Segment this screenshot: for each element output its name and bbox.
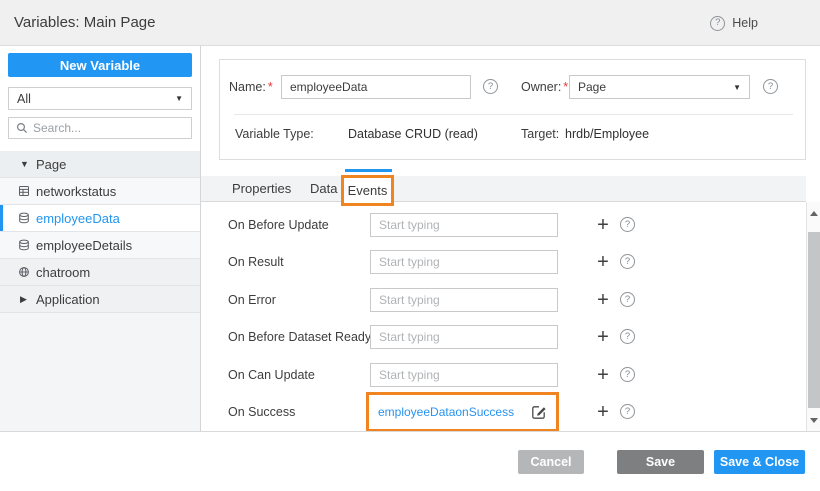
cancel-button[interactable]: Cancel bbox=[518, 450, 584, 474]
divider bbox=[234, 114, 793, 115]
database-icon bbox=[18, 212, 30, 224]
on-before-dataset-ready-input[interactable] bbox=[370, 325, 558, 349]
tab-data[interactable]: Data bbox=[310, 176, 337, 202]
required-marker: * bbox=[563, 80, 568, 94]
tree-item-label: employeeData bbox=[36, 211, 120, 226]
name-label: Name:* bbox=[229, 75, 273, 99]
help-label: Help bbox=[732, 16, 758, 30]
tree-item-chatroom[interactable]: chatroom bbox=[0, 259, 200, 286]
dialog-header: Variables: Main Page ? Help bbox=[0, 0, 820, 46]
event-help-icon[interactable]: ? bbox=[620, 329, 635, 344]
add-icon[interactable]: + bbox=[594, 288, 612, 312]
help-button[interactable]: ? Help bbox=[710, 15, 758, 31]
event-label: On Error bbox=[228, 288, 378, 312]
owner-label: Owner:* bbox=[521, 75, 568, 99]
caret-down-icon: ▼ bbox=[20, 159, 29, 169]
on-can-update-input[interactable] bbox=[370, 363, 558, 387]
target-value: hrdb/Employee bbox=[565, 122, 649, 146]
add-icon[interactable]: + bbox=[594, 325, 612, 349]
variable-type-label: Variable Type: bbox=[235, 122, 314, 146]
owner-selected-value: Page bbox=[578, 80, 733, 94]
name-field[interactable] bbox=[281, 75, 471, 99]
variable-search bbox=[8, 117, 192, 139]
event-help-icon[interactable]: ? bbox=[620, 292, 635, 307]
help-icon: ? bbox=[710, 16, 725, 31]
active-tab-indicator bbox=[345, 169, 392, 172]
tree-item-networkstatus[interactable]: networkstatus bbox=[0, 178, 200, 205]
variables-sidebar: New Variable All ▼ ▼ Page networkstatus bbox=[0, 46, 201, 431]
event-help-icon[interactable]: ? bbox=[620, 254, 635, 269]
variable-summary-box: Name:* ? Owner:* Page ▼ ? Variable Type:… bbox=[219, 59, 806, 160]
event-label: On Before Update bbox=[228, 213, 378, 237]
add-icon[interactable]: + bbox=[594, 213, 612, 237]
vertical-scrollbar bbox=[806, 202, 820, 431]
chevron-down-icon: ▼ bbox=[733, 83, 741, 92]
variable-filter-select[interactable]: All ▼ bbox=[8, 87, 192, 110]
on-success-handler-link[interactable]: employeeDataonSuccess bbox=[378, 405, 530, 419]
page-title: Variables: Main Page bbox=[14, 0, 155, 46]
globe-icon bbox=[18, 266, 30, 278]
add-icon[interactable]: + bbox=[594, 363, 612, 387]
on-success-field-highlight: employeeDataonSuccess bbox=[366, 392, 559, 432]
database-icon bbox=[18, 239, 30, 251]
variable-tree: ▼ Page networkstatus employeeData bbox=[0, 151, 200, 431]
tab-events[interactable]: Events bbox=[341, 175, 394, 206]
add-icon[interactable]: + bbox=[594, 400, 612, 424]
scrollbar-thumb[interactable] bbox=[808, 232, 820, 408]
save-button[interactable]: Save bbox=[617, 450, 704, 474]
event-label: On Can Update bbox=[228, 363, 378, 387]
on-result-input[interactable] bbox=[370, 250, 558, 274]
owner-select[interactable]: Page ▼ bbox=[569, 75, 750, 99]
event-label: On Before Dataset Ready bbox=[228, 325, 378, 349]
dialog-footer: Cancel Save Save & Close bbox=[0, 431, 820, 491]
event-help-icon[interactable]: ? bbox=[620, 404, 635, 419]
event-help-icon[interactable]: ? bbox=[620, 367, 635, 382]
add-icon[interactable]: + bbox=[594, 250, 612, 274]
variables-dialog: Variables: Main Page ? Help New Variable… bbox=[0, 0, 820, 491]
tab-properties[interactable]: Properties bbox=[232, 176, 291, 202]
scroll-up-arrow[interactable] bbox=[807, 206, 820, 220]
search-icon bbox=[16, 122, 28, 134]
on-before-update-input[interactable] bbox=[370, 213, 558, 237]
variable-type-value: Database CRUD (read) bbox=[348, 122, 478, 146]
tree-item-employeedetails[interactable]: employeeDetails bbox=[0, 232, 200, 259]
tree-group-page[interactable]: ▼ Page bbox=[0, 151, 200, 178]
target-label: Target: bbox=[521, 122, 559, 146]
tree-item-label: chatroom bbox=[36, 265, 90, 280]
save-and-close-button[interactable]: Save & Close bbox=[714, 450, 805, 474]
owner-help-icon[interactable]: ? bbox=[763, 79, 778, 94]
device-icon bbox=[18, 185, 30, 197]
event-help-icon[interactable]: ? bbox=[620, 217, 635, 232]
selected-indicator bbox=[0, 205, 3, 231]
scroll-down-arrow[interactable] bbox=[807, 413, 820, 427]
tree-item-label: employeeDetails bbox=[36, 238, 132, 253]
variable-detail-panel: Name:* ? Owner:* Page ▼ ? Variable Type:… bbox=[201, 46, 820, 431]
tree-group-label: Page bbox=[36, 157, 66, 172]
filter-selected-value: All bbox=[17, 92, 175, 106]
caret-right-icon: ▶ bbox=[20, 294, 27, 305]
chevron-down-icon: ▼ bbox=[175, 94, 183, 103]
name-help-icon[interactable]: ? bbox=[483, 79, 498, 94]
tree-item-label: networkstatus bbox=[36, 184, 116, 199]
tree-item-employeedata[interactable]: employeeData bbox=[0, 205, 200, 232]
search-input[interactable] bbox=[33, 121, 188, 135]
new-variable-button[interactable]: New Variable bbox=[8, 53, 192, 77]
tree-group-application[interactable]: ▶ Application bbox=[0, 286, 200, 313]
edit-icon[interactable] bbox=[530, 403, 548, 421]
required-marker: * bbox=[268, 80, 273, 94]
tab-bar: Properties Data Events bbox=[201, 176, 806, 202]
event-label: On Result bbox=[228, 250, 378, 274]
tree-group-label: Application bbox=[36, 292, 100, 307]
event-label: On Success bbox=[228, 400, 378, 424]
on-error-input[interactable] bbox=[370, 288, 558, 312]
